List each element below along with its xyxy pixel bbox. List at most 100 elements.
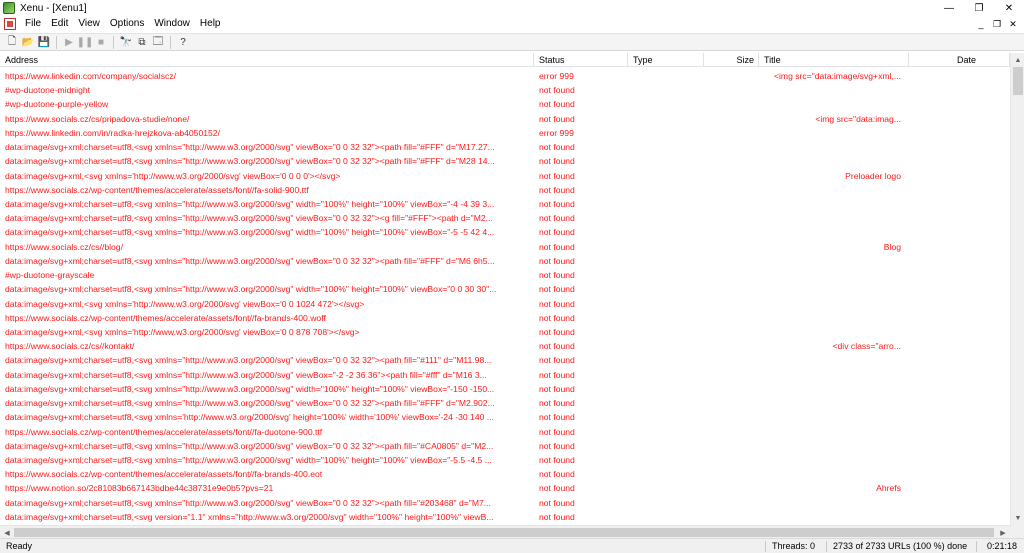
- cell-status: not found: [539, 369, 575, 380]
- menu-view[interactable]: View: [73, 16, 105, 32]
- table-row[interactable]: https://www.socials.cz/wp-content/themes…: [0, 467, 1010, 481]
- table-row[interactable]: https://www.socials.cz/wp-content/themes…: [0, 425, 1010, 439]
- menu-options[interactable]: Options: [105, 16, 149, 32]
- cell-status: not found: [539, 483, 575, 494]
- cell-address: https://www.socials.cz/wp-content/themes…: [5, 469, 323, 480]
- column-header-size[interactable]: Size: [704, 53, 759, 67]
- menu-edit[interactable]: Edit: [46, 16, 73, 32]
- table-row[interactable]: #wp-duotone-purple-yellow not found: [0, 97, 1010, 111]
- toolbar-separator: [170, 35, 171, 49]
- table-row[interactable]: data:image/svg+xml;charset=utf8,<svg xml…: [0, 140, 1010, 154]
- cell-address: https://www.socials.cz/wp-content/themes…: [5, 184, 309, 195]
- horizontal-scrollbar[interactable]: ◀ ▶: [0, 525, 1010, 538]
- document-window-controls: _ ❐ ✕: [976, 16, 1018, 32]
- table-row[interactable]: data:image/svg+xml;charset=utf8,<svg xml…: [0, 453, 1010, 467]
- table-row[interactable]: data:image/svg+xml;charset=utf8,<svg xml…: [0, 368, 1010, 382]
- menu-help[interactable]: Help: [195, 16, 226, 32]
- properties-icon[interactable]: 🗔: [150, 34, 166, 50]
- cell-address: data:image/svg+xml;charset=utf8,<svg xml…: [5, 369, 487, 380]
- table-row[interactable]: #wp-duotone-midnight not found: [0, 83, 1010, 97]
- column-header-type[interactable]: Type: [628, 53, 704, 67]
- help-icon[interactable]: ?: [175, 34, 191, 50]
- cell-title: <img src="data:image/svg+xml,...: [774, 71, 901, 81]
- cell-address: data:image/svg+xml;charset=utf8,<svg xml…: [5, 255, 495, 266]
- column-header-date[interactable]: Date: [909, 53, 1010, 67]
- cell-address: data:image/svg+xml,<svg xmlns='http://ww…: [5, 170, 341, 181]
- cell-title: [759, 368, 909, 382]
- table-row[interactable]: data:image/svg+xml,<svg xmlns='http://ww…: [0, 169, 1010, 183]
- status-elapsed-time: 0:21:18: [987, 541, 1018, 551]
- cell-address: #wp-duotone-grayscale: [5, 270, 95, 281]
- window-title: Xenu - [Xenu1]: [20, 2, 87, 14]
- cell-status: not found: [539, 227, 575, 238]
- xenu-app-icon: [3, 2, 15, 14]
- cell-address: data:image/svg+xml;charset=utf8,<svg xml…: [5, 440, 494, 451]
- table-row[interactable]: data:image/svg+xml,<svg xmlns='http://ww…: [0, 297, 1010, 311]
- table-row[interactable]: https://www.socials.cz/wp-content/themes…: [0, 183, 1010, 197]
- menu-window[interactable]: Window: [149, 16, 195, 32]
- cell-status: not found: [539, 426, 575, 437]
- pause-icon[interactable]: ❚❚: [77, 34, 94, 50]
- cell-status: not found: [539, 440, 575, 451]
- table-row[interactable]: https://www.socials.cz/wp-content/themes…: [0, 311, 1010, 325]
- play-icon[interactable]: ▶: [61, 34, 77, 50]
- menu-file[interactable]: File: [20, 16, 46, 32]
- table-row[interactable]: https://www.linkedin.com/company/socials…: [0, 69, 1010, 83]
- table-row[interactable]: data:image/svg+xml;charset=utf8,<svg xml…: [0, 410, 1010, 424]
- cell-address: data:image/svg+xml;charset=utf8,<svg ver…: [5, 511, 494, 522]
- save-icon[interactable]: 💾: [36, 34, 52, 50]
- status-threads: Threads: 0: [772, 541, 816, 551]
- cell-title: [759, 510, 909, 524]
- table-row[interactable]: data:image/svg+xml;charset=utf8,<svg xml…: [0, 496, 1010, 510]
- table-row[interactable]: data:image/svg+xml;charset=utf8,<svg xml…: [0, 439, 1010, 453]
- table-row[interactable]: https://www.socials.cz/cs//kontakt/not f…: [0, 339, 1010, 353]
- scroll-up-icon[interactable]: ▲: [1011, 54, 1024, 66]
- cell-title: Ahrefs: [876, 483, 901, 494]
- new-file-icon[interactable]: 🗋: [4, 34, 20, 50]
- table-row[interactable]: data:image/svg+xml;charset=utf8,<svg xml…: [0, 282, 1010, 296]
- doc-close-button[interactable]: ✕: [1008, 19, 1018, 30]
- table-row[interactable]: https://www.notion.so/2c81083b667143bdbe…: [0, 481, 1010, 495]
- copy-icon[interactable]: ⧉: [134, 34, 150, 50]
- table-row[interactable]: data:image/svg+xml;charset=utf8,<svg xml…: [0, 353, 1010, 367]
- doc-restore-button[interactable]: ❐: [992, 19, 1002, 30]
- close-button[interactable]: ✕: [994, 0, 1024, 16]
- horizontal-scroll-thumb[interactable]: [14, 528, 994, 537]
- table-row[interactable]: data:image/svg+xml;charset=utf8,<svg xml…: [0, 396, 1010, 410]
- maximize-button[interactable]: ❐: [964, 0, 994, 16]
- table-row[interactable]: data:image/svg+xml;charset=utf8,<svg xml…: [0, 154, 1010, 168]
- minimize-button[interactable]: —: [934, 0, 964, 16]
- open-folder-icon[interactable]: 📂: [20, 34, 36, 50]
- stop-icon[interactable]: ■: [93, 34, 109, 50]
- scroll-down-icon[interactable]: ▼: [1011, 512, 1024, 524]
- cell-status: not found: [539, 270, 575, 281]
- table-row[interactable]: data:image/svg+xml;charset=utf8,<svg xml…: [0, 382, 1010, 396]
- table-row[interactable]: data:image/svg+xml;charset=utf8,<svg ver…: [0, 510, 1010, 524]
- table-row[interactable]: data:image/svg+xml;charset=utf8,<svg xml…: [0, 211, 1010, 225]
- table-row[interactable]: #wp-duotone-grayscale not found: [0, 268, 1010, 282]
- cell-title: [759, 439, 909, 453]
- table-row[interactable]: https://www.socials.cz/cs//blog/not foun…: [0, 240, 1010, 254]
- table-row[interactable]: data:image/svg+xml;charset=utf8,<svg xml…: [0, 225, 1010, 239]
- find-binoculars-icon[interactable]: 🔭: [118, 34, 134, 50]
- cell-address: data:image/svg+xml;charset=utf8,<svg xml…: [5, 227, 495, 238]
- cell-address: data:image/svg+xml;charset=utf8,<svg xml…: [5, 284, 497, 295]
- table-row[interactable]: data:image/svg+xml,<svg xmlns='http://ww…: [0, 325, 1010, 339]
- doc-minimize-button[interactable]: _: [976, 19, 986, 29]
- column-header-title[interactable]: Title: [759, 53, 909, 67]
- document-window-icon[interactable]: [4, 18, 16, 30]
- table-row[interactable]: https://www.socials.cz/cs/pripadova-stud…: [0, 112, 1010, 126]
- table-row[interactable]: https://www.linkedin.com/in/radka-hrejzk…: [0, 126, 1010, 140]
- cell-status: not found: [539, 255, 575, 266]
- cell-title: [759, 254, 909, 268]
- cell-title: [759, 496, 909, 510]
- vertical-scrollbar[interactable]: ▲ ▼: [1010, 53, 1024, 525]
- vertical-scroll-thumb[interactable]: [1013, 67, 1023, 95]
- cell-status: not found: [539, 241, 575, 252]
- column-header-status[interactable]: Status: [534, 53, 628, 67]
- title-bar: Xenu - [Xenu1] — ❐ ✕: [0, 0, 1024, 16]
- table-row[interactable]: data:image/svg+xml;charset=utf8,<svg xml…: [0, 197, 1010, 211]
- column-header-address[interactable]: Address: [0, 53, 534, 67]
- cell-address: #wp-duotone-midnight: [5, 85, 91, 96]
- table-row[interactable]: data:image/svg+xml;charset=utf8,<svg xml…: [0, 254, 1010, 268]
